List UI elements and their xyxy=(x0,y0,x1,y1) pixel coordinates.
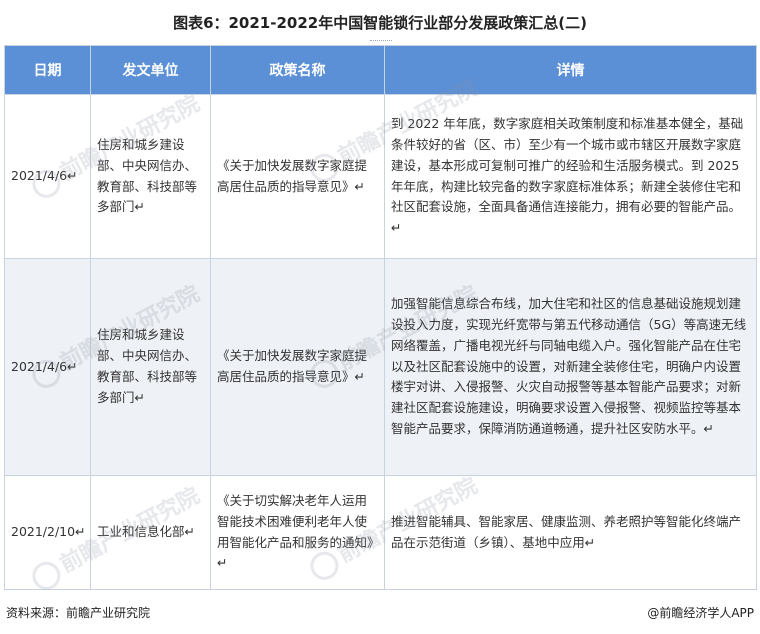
cell-date: 2021/4/6↵ xyxy=(4,258,91,476)
cell-dept: 住房和城乡建设部、中央网信办、教育部、科技部等多部门↵ xyxy=(90,258,211,476)
header-name: 政策名称 xyxy=(210,45,385,95)
cell-date: 2021/2/10↵ xyxy=(4,475,91,590)
cell-detail: 到 2022 年年底，数字家庭相关政策制度和标准基本健全，基础条件较好的省（区、… xyxy=(384,94,757,259)
header-date: 日期 xyxy=(4,45,91,95)
cell-dept: 住房和城乡建设部、中央网信办、教育部、科技部等多部门↵ xyxy=(90,94,211,259)
cell-policy-name: 《关于加快发展数字家庭提高居住品质的指导意见》↵ xyxy=(210,94,385,259)
table-header-row: 日期 发文单位 政策名称 详情 xyxy=(4,45,757,95)
cell-detail: 加强智能信息综合布线，加大住宅和社区的信息基础设施规划建设投入力度，实现光纤宽带… xyxy=(384,258,757,476)
cell-detail: 推进智能辅具、智能家居、健康监测、养老照护等智能化终端产品在示范街道（乡镇）、基… xyxy=(384,475,757,590)
cell-policy-name: 《关于加快发展数字家庭提高居住品质的指导意见》↵ xyxy=(210,258,385,476)
chart-title: 图表6：2021-2022年中国智能锁行业部分发展政策汇总(二) xyxy=(173,14,587,32)
policy-table: 日期 发文单位 政策名称 详情 2021/4/6↵ 住房和城乡建设部、中央网信办… xyxy=(4,45,757,590)
cell-dept: 工业和信息化部↵ xyxy=(90,475,211,590)
title-underline xyxy=(370,40,392,41)
brand-credit: @前瞻经济学人APP xyxy=(647,606,754,620)
cell-date: 2021/4/6↵ xyxy=(4,94,91,259)
cell-policy-name: 《关于切实解决老年人运用智能技术困难便利老年人使用智能化产品和服务的通知》↵ xyxy=(210,475,385,590)
table-row: 2021/4/6↵ 住房和城乡建设部、中央网信办、教育部、科技部等多部门↵ 《关… xyxy=(4,94,757,259)
header-detail: 详情 xyxy=(384,45,757,95)
table-row: 2021/4/6↵ 住房和城乡建设部、中央网信办、教育部、科技部等多部门↵ 《关… xyxy=(4,258,757,476)
header-dept: 发文单位 xyxy=(90,45,211,95)
table-row: 2021/2/10↵ 工业和信息化部↵ 《关于切实解决老年人运用智能技术困难便利… xyxy=(4,475,757,590)
source-note: 资料来源：前瞻产业研究院 xyxy=(6,606,151,620)
